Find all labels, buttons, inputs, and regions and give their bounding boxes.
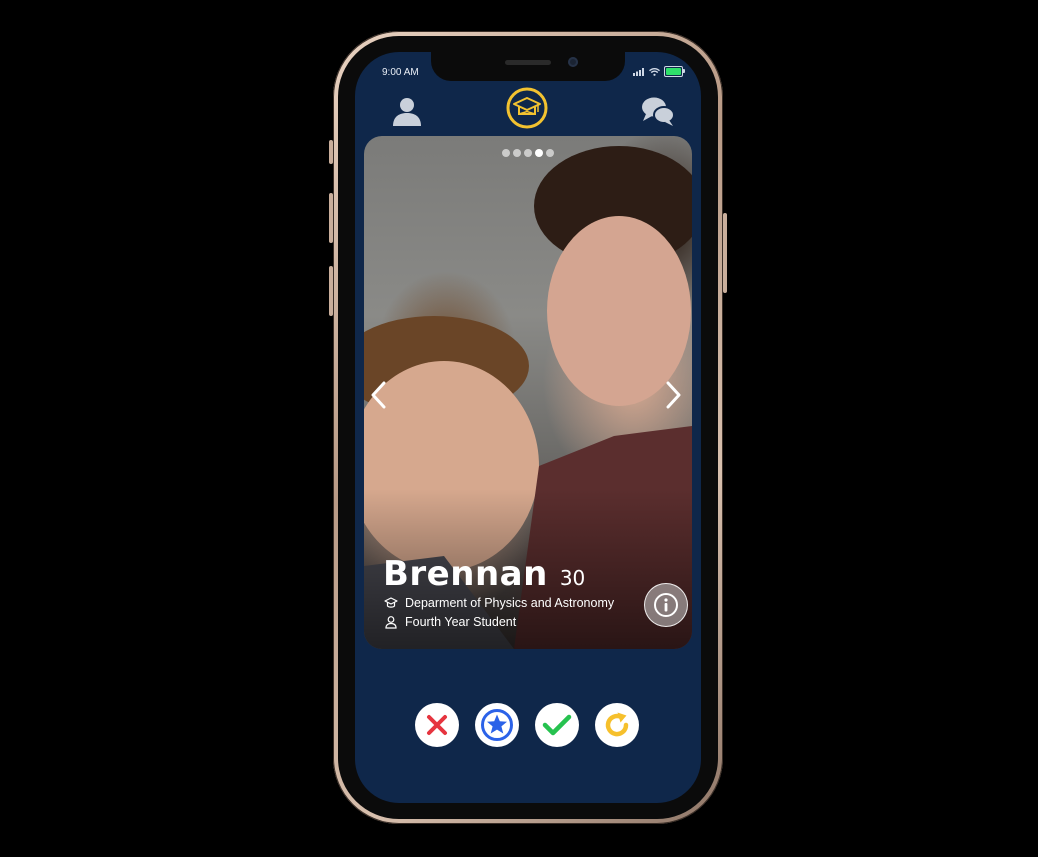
check-icon — [542, 714, 572, 736]
graduation-cap-icon — [384, 597, 398, 608]
profile-name: Brennan — [383, 554, 548, 594]
graduation-cap-logo-icon[interactable] — [506, 87, 548, 129]
info-icon — [654, 593, 678, 617]
status-icons — [633, 66, 685, 77]
notch — [431, 52, 625, 81]
undo-icon — [605, 712, 629, 737]
profile-card[interactable]: Brennan 30 Deparment of Physics and Astr… — [364, 136, 692, 649]
photo-indicator — [502, 149, 554, 157]
year-line: Fourth Year Student — [384, 615, 516, 629]
reject-button[interactable] — [415, 703, 459, 747]
super-like-button[interactable] — [475, 703, 519, 747]
user-icon[interactable] — [391, 95, 423, 127]
info-button[interactable] — [644, 583, 688, 627]
volume-down-button — [329, 266, 333, 316]
star-icon — [481, 709, 513, 741]
action-bar — [415, 703, 639, 747]
photo-dot[interactable] — [502, 149, 510, 157]
name-row: Brennan 30 — [383, 554, 585, 594]
volume-up-button — [329, 193, 333, 243]
department-line: Deparment of Physics and Astronomy — [384, 596, 614, 610]
like-button[interactable] — [535, 703, 579, 747]
person-icon — [385, 616, 397, 629]
status-time: 9:00 AM — [382, 67, 419, 78]
app-screen: 9:00 AM Brennan 30 Deparment of Physics … — [355, 52, 701, 803]
front-camera — [568, 57, 578, 67]
rewind-button[interactable] — [595, 703, 639, 747]
photo-dot[interactable] — [546, 149, 554, 157]
photo-dot[interactable] — [524, 149, 532, 157]
photo-dot-active[interactable] — [535, 149, 543, 157]
wifi-icon — [649, 67, 660, 76]
department-text: Deparment of Physics and Astronomy — [405, 596, 615, 610]
signal-icon — [633, 67, 644, 76]
chat-bubbles-icon[interactable] — [641, 95, 675, 127]
chevron-left-icon[interactable] — [368, 380, 388, 410]
year-text: Fourth Year Student — [405, 615, 517, 629]
speaker — [505, 60, 551, 65]
profile-age: 30 — [559, 566, 586, 590]
chevron-right-icon[interactable] — [664, 380, 684, 410]
mute-switch — [329, 140, 333, 164]
power-button — [723, 213, 727, 293]
photo-dot[interactable] — [513, 149, 521, 157]
battery-icon — [664, 66, 685, 77]
close-icon — [427, 715, 447, 735]
